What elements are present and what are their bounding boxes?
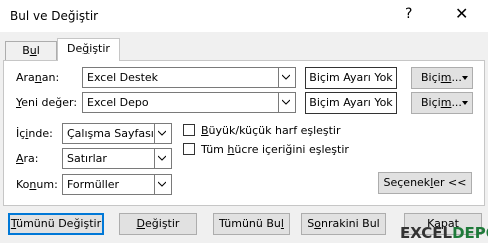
find-all-button[interactable]: Tümünü Bul [213, 213, 290, 235]
chevron-down-icon [282, 74, 290, 80]
replace-format-button[interactable]: Biçim... [411, 92, 473, 114]
find-format-button[interactable]: Biçim... [411, 67, 473, 89]
options-button[interactable]: Seçenekler << [378, 172, 472, 194]
within-select[interactable]: Çalışma Sayfası [62, 123, 155, 144]
find-format-preview: Biçim Ayarı Yok [305, 67, 397, 89]
lookin-label: Konum: [16, 178, 58, 191]
lookin-select[interactable]: Formüller [62, 174, 155, 195]
replace-all-button[interactable]: Tümünü Değiştir [8, 213, 104, 235]
find-label: Aranan: [16, 71, 60, 84]
dropdown-arrow-icon [462, 101, 468, 105]
match-entire-label: Tüm hücre içeriğini eşleştir [201, 143, 349, 156]
replace-input[interactable]: Excel Depo [82, 92, 279, 113]
find-input[interactable]: Excel Destek [82, 67, 279, 88]
tab-replace[interactable]: Değiştir [57, 38, 120, 61]
replace-label: Yeni değer: [16, 96, 78, 109]
close-button[interactable]: ✕ [455, 4, 468, 23]
find-next-button[interactable]: Sonrakini Bul [301, 213, 386, 235]
window-title: Bul ve Değiştir [10, 9, 99, 23]
find-dropdown-button[interactable] [278, 67, 296, 88]
chevron-down-icon [158, 155, 166, 161]
search-select[interactable]: Satırlar [62, 148, 155, 169]
lookin-dropdown-button[interactable] [154, 174, 172, 195]
tab-find[interactable]: Bul [5, 41, 57, 60]
help-button[interactable]: ? [405, 6, 412, 22]
watermark-logo: EXCELDEPO [400, 224, 488, 242]
replace-button[interactable]: Değiştir [119, 213, 197, 235]
dropdown-arrow-icon [462, 76, 468, 80]
chevron-down-icon [282, 99, 290, 105]
match-case-label: Büyük/küçük harf eşleştir [201, 124, 341, 137]
match-entire-checkbox[interactable] [183, 143, 195, 155]
chevron-down-icon [158, 181, 166, 187]
match-case-checkbox[interactable] [183, 124, 195, 136]
chevron-down-icon [158, 130, 166, 136]
within-dropdown-button[interactable] [154, 123, 172, 144]
replace-format-preview: Biçim Ayarı Yok [305, 92, 397, 114]
within-label: İçinde: [16, 127, 53, 140]
search-dropdown-button[interactable] [154, 148, 172, 169]
search-label: Ara: [16, 152, 39, 165]
replace-dropdown-button[interactable] [278, 92, 296, 113]
